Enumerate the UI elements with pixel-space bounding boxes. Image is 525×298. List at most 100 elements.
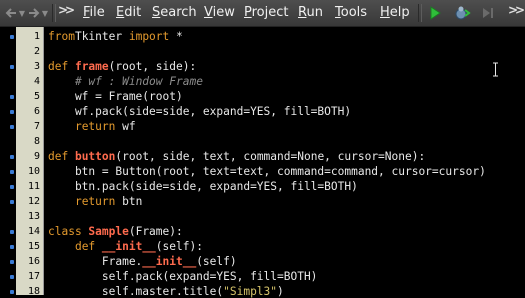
menu-edit-rest: dit: [124, 5, 142, 20]
code-line[interactable]: self.pack(expand=YES, fill=BOTH): [48, 270, 318, 283]
code-token: # wf : Window Frame: [74, 75, 203, 88]
code-token: def: [74, 240, 102, 253]
code-token: "Simpl3": [223, 285, 278, 298]
line-marker-icon[interactable]: [10, 170, 14, 174]
code-line[interactable]: Frame.__init__(self): [48, 255, 237, 268]
menu-run-rest: un: [306, 5, 323, 20]
line-number: 5: [33, 91, 40, 102]
code-token: wf = Frame(root): [48, 90, 183, 103]
code-token: frame: [74, 60, 109, 73]
line-marker-icon[interactable]: [10, 125, 14, 129]
code-line[interactable]: fromTkinter import *: [48, 30, 183, 43]
line-marker-icon[interactable]: [10, 275, 14, 279]
menu-tools[interactable]: Tools: [335, 5, 367, 20]
ibeam-cursor-icon: [492, 62, 498, 77]
menu-run[interactable]: Run: [298, 5, 323, 20]
code-token: btn.pack(side=side, expand=YES, fill=BOT…: [48, 180, 358, 193]
code-token: from: [48, 30, 75, 43]
code-line[interactable]: wf.pack(side=side, expand=YES, fill=BOTH…: [48, 105, 351, 118]
code-token: btn = Button(root, text=text, command=co…: [48, 165, 486, 178]
line-number: 12: [27, 196, 40, 207]
code-token: *: [169, 30, 183, 43]
line-marker-icon[interactable]: [10, 230, 14, 234]
forward-history-dropdown-icon[interactable]: ▼: [42, 3, 48, 23]
code-line[interactable]: self.master.title("Simpl3"): [48, 285, 284, 298]
code-token: (Frame):: [128, 225, 183, 238]
line-number: 2: [33, 46, 40, 57]
line-marker-icon[interactable]: [10, 95, 14, 99]
code-line[interactable]: # wf : Window Frame: [48, 75, 203, 88]
code-line[interactable]: btn = Button(root, text=text, command=co…: [48, 165, 486, 178]
line-marker-icon[interactable]: [10, 35, 14, 39]
line-marker-icon[interactable]: [10, 65, 14, 69]
line-marker-icon[interactable]: [10, 290, 14, 294]
line-marker-icon[interactable]: [10, 245, 14, 249]
code-editor[interactable]: fromTkinter import * def frame(root, side…: [44, 27, 525, 298]
code-token: Sample: [88, 225, 129, 238]
line-number: 8: [33, 136, 40, 147]
code-token: ): [277, 285, 284, 298]
code-line[interactable]: return wf: [48, 120, 136, 133]
line-number: 4: [33, 76, 40, 87]
line-marker-icon[interactable]: [10, 110, 14, 114]
menu-edit[interactable]: Edit: [116, 5, 141, 20]
run-play-icon[interactable]: [427, 3, 443, 23]
code-token: wf.pack(side=side, expand=YES, fill=BOTH…: [48, 105, 352, 118]
code-line[interactable]: def frame(root, side):: [48, 60, 196, 73]
code-line[interactable]: wf = Frame(root): [48, 90, 183, 103]
line-marker-icon[interactable]: [10, 155, 14, 159]
menu-file-rest: ile: [89, 5, 105, 20]
line-number-gutter[interactable]: 1 2 3 4 5 6 7 8 9 10 11 12 13 14 15 16 17 18: [16, 27, 44, 297]
back-arrow-icon[interactable]: [4, 3, 18, 23]
line-number: 7: [33, 121, 40, 132]
menu-view-rest: iew: [212, 5, 235, 20]
forward-arrow-icon[interactable]: [27, 3, 41, 23]
line-number: 16: [27, 256, 40, 267]
back-history-dropdown-icon[interactable]: ▼: [19, 3, 25, 23]
line-number: 11: [27, 181, 40, 192]
debug-bug-icon[interactable]: [452, 3, 472, 23]
code-token: def: [48, 60, 75, 73]
line-marker-icon[interactable]: [10, 185, 14, 189]
line-number: 18: [27, 286, 40, 297]
menu-file[interactable]: File: [83, 5, 105, 20]
code-token: return: [74, 120, 116, 133]
code-token: self.master.title(: [48, 285, 224, 298]
code-token: class: [48, 225, 89, 238]
menu-help-rest: elp: [389, 5, 410, 20]
toolbar-separator: [52, 4, 56, 22]
line-number: 17: [27, 271, 40, 282]
line-number: 15: [27, 241, 40, 252]
toolbar-overflow-icon[interactable]: >>: [58, 3, 75, 17]
code-token: self.pack(expand=YES, fill=BOTH): [48, 270, 318, 283]
code-token: (root, side):: [108, 60, 197, 73]
code-token: __init__: [101, 240, 156, 253]
code-token: Tkinter: [74, 30, 129, 43]
bookmark-gutter[interactable]: [0, 27, 16, 295]
menu-search-rest: earch: [160, 5, 197, 20]
menu-view[interactable]: View: [204, 5, 235, 20]
menu-help[interactable]: Help: [380, 5, 410, 20]
code-line[interactable]: def button(root, side, text, command=Non…: [48, 150, 425, 163]
line-number: 14: [27, 226, 40, 237]
code-line[interactable]: class Sample(Frame):: [48, 225, 183, 238]
menu-search[interactable]: Search: [152, 5, 197, 20]
code-token: (self):: [155, 240, 203, 253]
code-token: btn: [115, 195, 143, 208]
line-number: 6: [33, 106, 40, 117]
code-token: return: [74, 195, 116, 208]
line-marker-icon[interactable]: [10, 200, 14, 204]
toolbar-overflow-right-icon[interactable]: >>: [508, 3, 525, 17]
code-line[interactable]: def __init__(self):: [48, 240, 203, 253]
menu-project[interactable]: Project: [244, 5, 289, 20]
code-line[interactable]: btn.pack(side=side, expand=YES, fill=BOT…: [48, 180, 358, 193]
step-icon[interactable]: [480, 3, 496, 23]
toolbar: ▼ ▼ >> File Edit Search View Project Run…: [0, 0, 525, 27]
line-number: 9: [33, 151, 40, 162]
line-marker-icon[interactable]: [10, 260, 14, 264]
code-line[interactable]: return btn: [48, 195, 142, 208]
